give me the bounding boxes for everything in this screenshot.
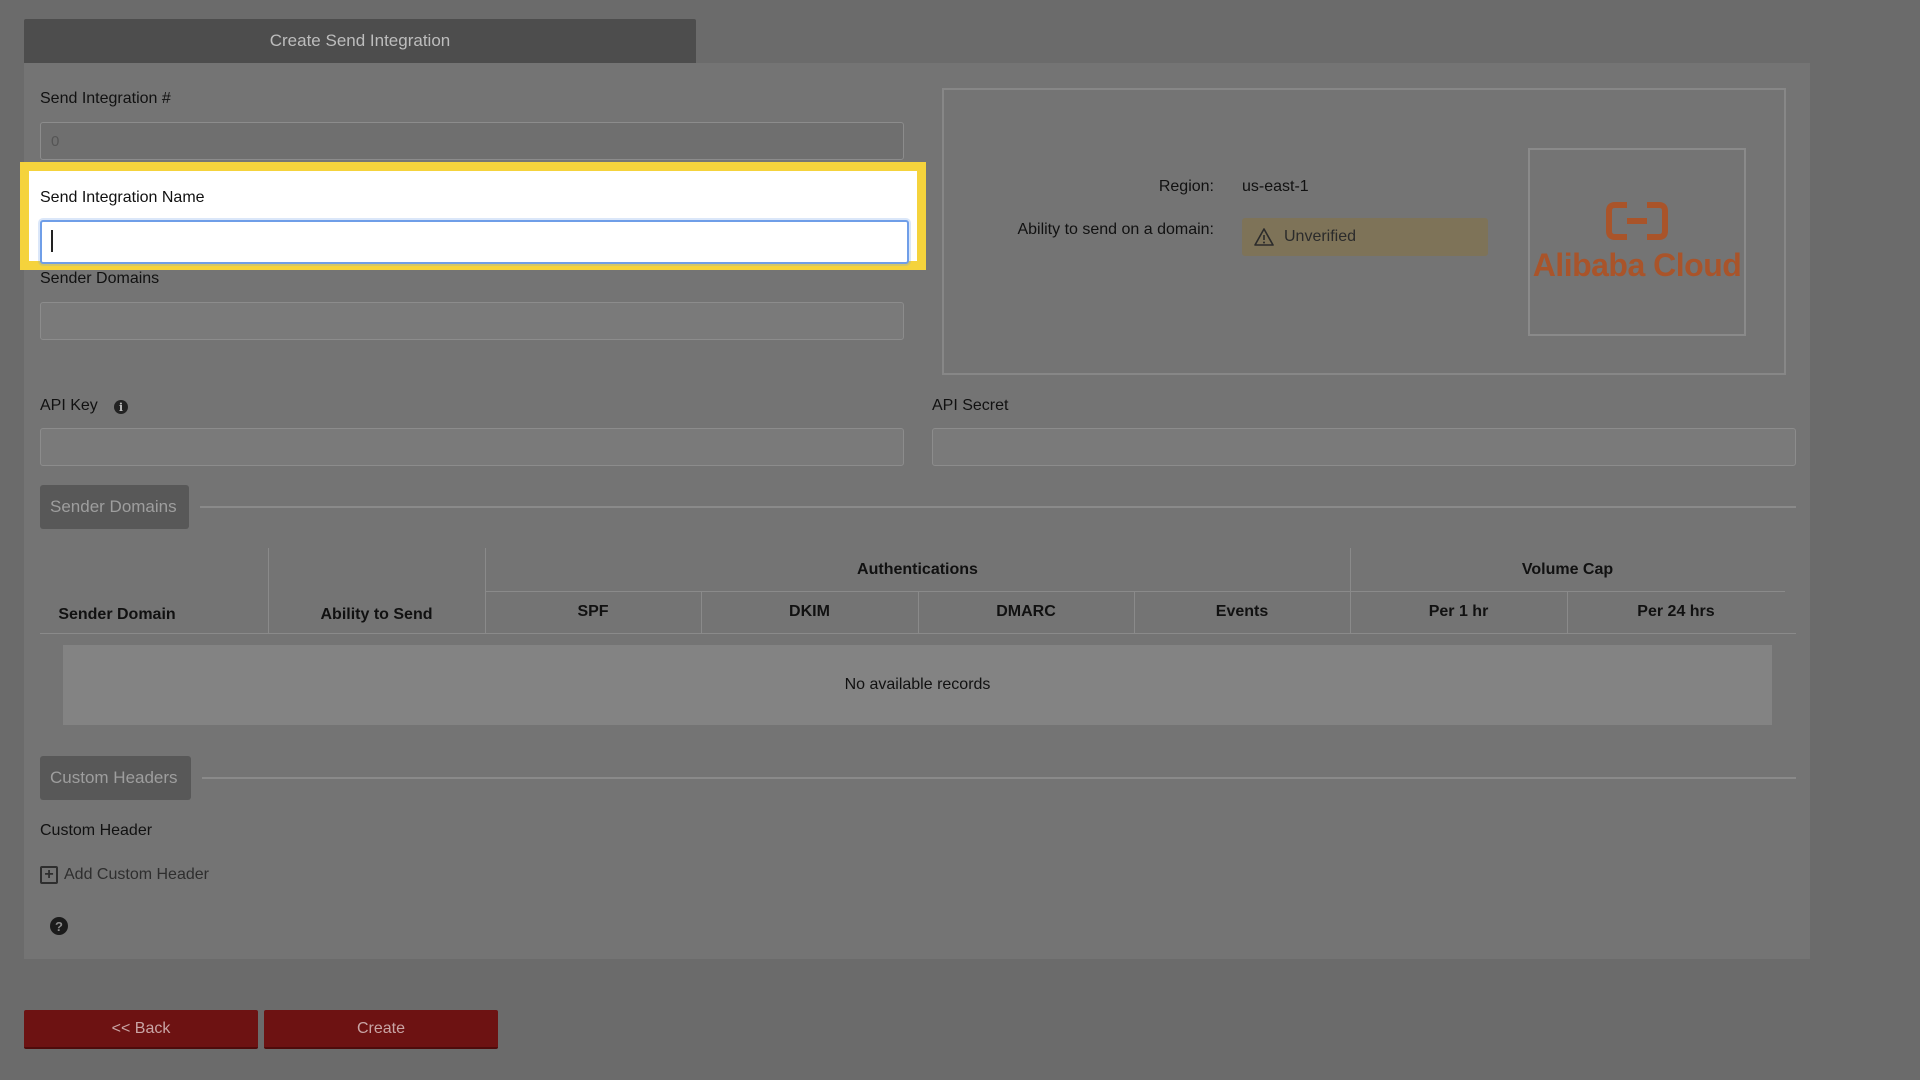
column-header-per-24-hrs[interactable]: Per 24 hrs xyxy=(1567,591,1785,633)
sender-domains-label: Sender Domains xyxy=(40,270,160,287)
sender-domains-section-button[interactable]: Sender Domains xyxy=(40,485,189,529)
region-label: Region: xyxy=(1158,178,1214,195)
custom-headers-section-button[interactable]: Custom Headers xyxy=(40,756,191,800)
help-icon[interactable]: ? xyxy=(50,917,68,935)
alibaba-cloud-logo: Alibaba Cloud xyxy=(1528,148,1746,336)
text-cursor xyxy=(51,230,53,252)
column-header-spf[interactable]: SPF xyxy=(485,591,701,633)
empty-records-row: No available records xyxy=(63,645,1772,725)
group-header-volume-cap: Volume Cap xyxy=(1521,560,1614,578)
region-value: us-east-1 xyxy=(1242,178,1309,195)
back-button[interactable]: << Back xyxy=(24,1010,258,1049)
column-header-events[interactable]: Events xyxy=(1134,591,1350,633)
api-secret-label: API Secret xyxy=(932,397,1009,414)
provider-info-card: Region: us-east-1 Ability to send on a d… xyxy=(942,88,1786,375)
create-button[interactable]: Create xyxy=(264,1010,498,1049)
column-header-dmarc[interactable]: DMARC xyxy=(918,591,1134,633)
plus-icon: + xyxy=(40,866,58,884)
integration-name-highlight: Send Integration Name xyxy=(20,162,926,270)
alibaba-cloud-logo-icon xyxy=(1606,201,1668,240)
integration-name-input[interactable] xyxy=(40,220,909,264)
ability-to-send-label: Ability to send on a domain: xyxy=(1017,221,1214,238)
column-header-ability-to-send[interactable]: Ability to Send xyxy=(268,594,485,636)
column-header-sender-domain[interactable]: Sender Domain xyxy=(40,594,194,636)
status-badge: Unverified xyxy=(1242,218,1488,256)
add-custom-header-link[interactable]: + Add Custom Header xyxy=(40,866,209,884)
section-divider xyxy=(202,777,1796,779)
integration-number-input: 0 xyxy=(40,122,904,160)
api-key-input[interactable] xyxy=(40,428,904,466)
status-badge-text: Unverified xyxy=(1284,228,1357,245)
integration-number-label: Send Integration # xyxy=(40,90,171,107)
group-header-authentications: Authentications xyxy=(857,560,978,578)
api-secret-input[interactable] xyxy=(932,428,1796,466)
integration-name-label: Send Integration Name xyxy=(40,189,205,206)
api-key-label: API Key xyxy=(40,397,98,414)
tab-create-send-integration[interactable]: Create Send Integration xyxy=(24,19,696,63)
section-divider xyxy=(200,506,1796,508)
column-header-per-1-hr[interactable]: Per 1 hr xyxy=(1350,591,1567,633)
sender-domains-input[interactable] xyxy=(40,302,904,340)
integration-number-value: 0 xyxy=(51,132,60,150)
info-icon[interactable]: i xyxy=(114,400,128,414)
logo-text: Alibaba Cloud xyxy=(1532,246,1742,283)
column-header-dkim[interactable]: DKIM xyxy=(701,591,918,633)
warning-icon xyxy=(1254,228,1274,246)
custom-header-label: Custom Header xyxy=(40,822,153,839)
tab-title: Create Send Integration xyxy=(269,31,451,50)
